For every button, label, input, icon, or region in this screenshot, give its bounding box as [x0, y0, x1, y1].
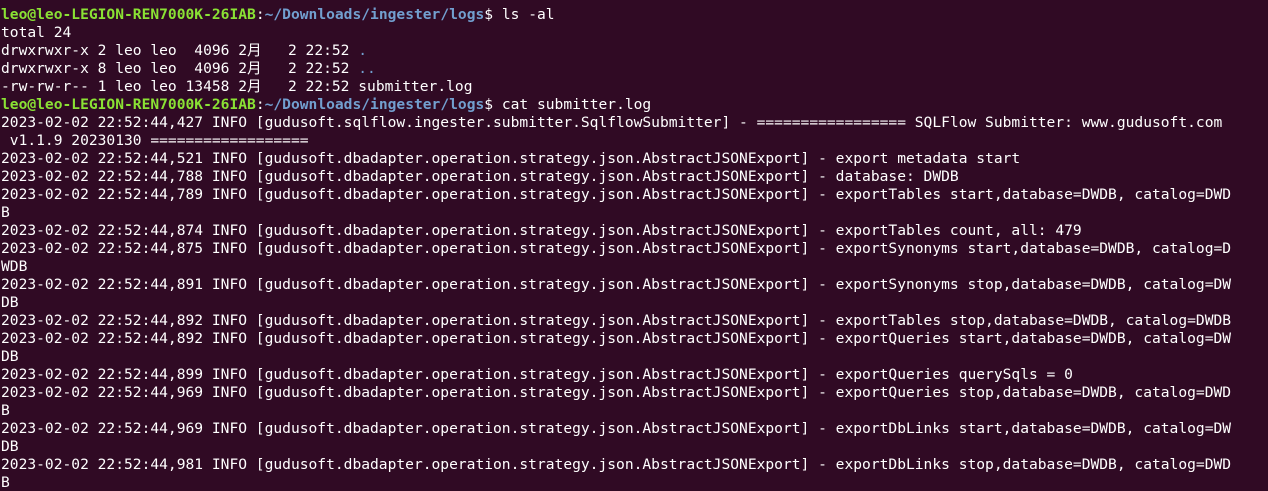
- log-line: 2023-02-02 22:52:44,788 INFO [gudusoft.d…: [1, 168, 959, 185]
- log-line: B: [1, 474, 10, 491]
- ls-entry-name: ..: [358, 60, 376, 77]
- ls-entry-name: .: [358, 42, 368, 59]
- ls-total: total 24: [1, 24, 72, 41]
- log-line: 2023-02-02 22:52:44,892 INFO [gudusoft.d…: [1, 312, 1232, 329]
- log-line: DB: [1, 348, 19, 365]
- ls-entry: drwxrwxr-x 2 leo leo 4096 2月 2 22:52 .: [1, 42, 1268, 60]
- log-line: 2023-02-02 22:52:44,899 INFO [gudusoft.d…: [1, 366, 1073, 383]
- log-line: 2023-02-02 22:52:44,969 INFO [gudusoft.d…: [1, 384, 1232, 401]
- prompt-user-host: leo@leo-LEGION-REN7000K-26IAB: [1, 96, 256, 113]
- ls-entry-name: submitter.log: [358, 78, 473, 95]
- prompt-separator: :: [255, 6, 265, 23]
- log-line: 2023-02-02 22:52:44,427 INFO [gudusoft.s…: [1, 114, 1223, 131]
- command-text: cat submitter.log: [501, 96, 652, 113]
- log-line: WDB: [1, 258, 28, 275]
- ls-entry: drwxrwxr-x 8 leo leo 4096 2月 2 22:52 ..: [1, 60, 1268, 78]
- prompt-line: leo@leo-LEGION-REN7000K-26IAB:~/Download…: [1, 96, 1268, 114]
- ls-entry-meta: drwxrwxr-x 8 leo leo 4096 2月 2 22:52: [1, 60, 359, 77]
- log-line: 2023-02-02 22:52:44,981 INFO [gudusoft.d…: [1, 456, 1232, 473]
- ls-entry: -rw-rw-r-- 1 leo leo 13458 2月 2 22:52 su…: [1, 78, 1268, 96]
- log-line: 2023-02-02 22:52:44,891 INFO [gudusoft.d…: [1, 276, 1232, 293]
- ls-entry-meta: drwxrwxr-x 2 leo leo 4096 2月 2 22:52: [1, 42, 359, 59]
- log-line: 2023-02-02 22:52:44,874 INFO [gudusoft.d…: [1, 222, 1082, 239]
- log-line: B: [1, 204, 10, 221]
- terminal-window[interactable]: leo@leo-LEGION-REN7000K-26IAB:~/Download…: [0, 0, 1268, 491]
- prompt-symbol: $: [484, 96, 502, 113]
- prompt-user-host: leo@leo-LEGION-REN7000K-26IAB: [1, 6, 256, 23]
- prompt-line: leo@leo-LEGION-REN7000K-26IAB:~/Download…: [1, 6, 1268, 24]
- log-line: 2023-02-02 22:52:44,969 INFO [gudusoft.d…: [1, 420, 1232, 437]
- log-line: DB: [1, 294, 19, 311]
- log-line: 2023-02-02 22:52:44,892 INFO [gudusoft.d…: [1, 330, 1232, 347]
- log-line: DB: [1, 438, 19, 455]
- log-line: B: [1, 402, 10, 419]
- command-text: ls -al: [501, 6, 555, 23]
- ls-entry-meta: -rw-rw-r-- 1 leo leo 13458 2月 2 22:52: [1, 78, 359, 95]
- log-line: 2023-02-02 22:52:44,789 INFO [gudusoft.d…: [1, 186, 1232, 203]
- log-line: 2023-02-02 22:52:44,875 INFO [gudusoft.d…: [1, 240, 1232, 257]
- log-line: 2023-02-02 22:52:44,521 INFO [gudusoft.d…: [1, 150, 1021, 167]
- prompt-symbol: $: [484, 6, 502, 23]
- log-line: v1.1.9 20230130 ==================: [1, 132, 309, 149]
- prompt-separator: :: [255, 96, 265, 113]
- prompt-path: ~/Downloads/ingester/logs: [264, 6, 485, 23]
- prompt-path: ~/Downloads/ingester/logs: [264, 96, 485, 113]
